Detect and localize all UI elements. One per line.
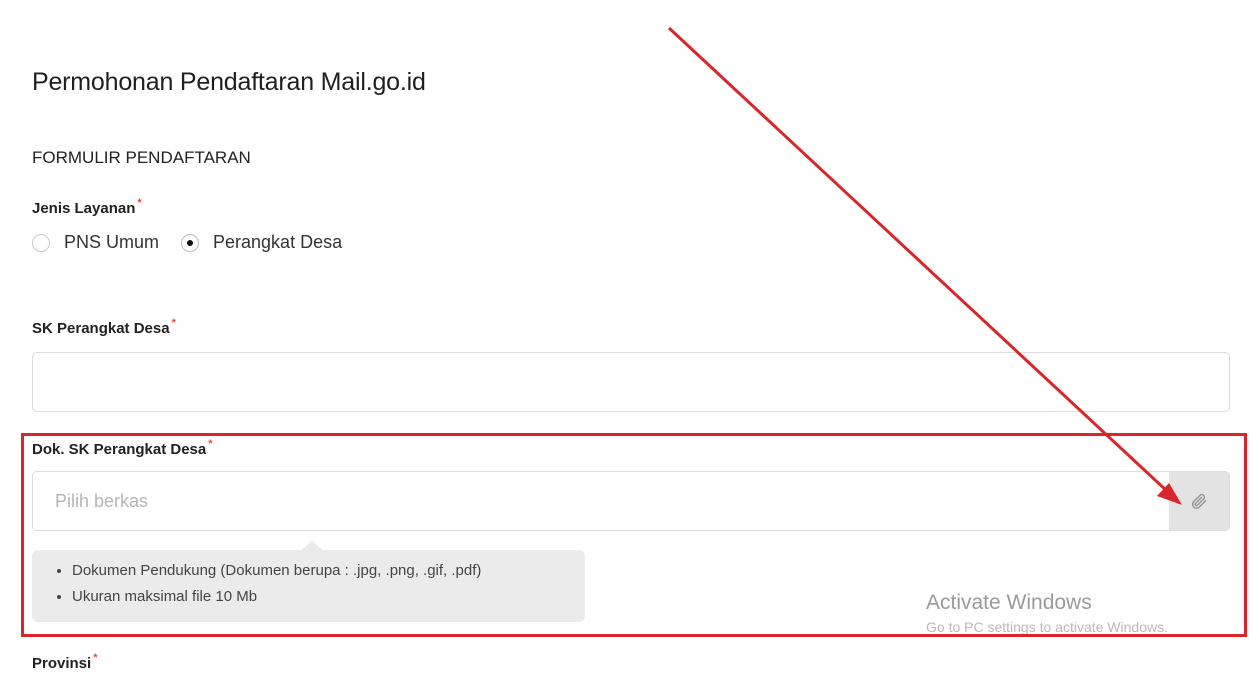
- attach-file-button[interactable]: [1169, 472, 1229, 530]
- radio-option-perangkat-desa[interactable]: Perangkat Desa: [181, 232, 342, 253]
- provinsi-label: Provinsi *: [32, 652, 98, 672]
- sk-perangkat-desa-input[interactable]: [32, 352, 1230, 412]
- file-hint-item: Dokumen Pendukung (Dokumen berupa : .jpg…: [72, 558, 569, 584]
- jenis-layanan-label: Jenis Layanan *: [32, 197, 142, 217]
- required-mark: *: [208, 438, 213, 450]
- dok-sk-label-text: Dok. SK Perangkat Desa: [32, 441, 207, 458]
- radio-pns-umum-label: PNS Umum: [64, 232, 160, 252]
- required-mark: *: [171, 317, 176, 329]
- radio-perangkat-desa[interactable]: [181, 233, 200, 252]
- dok-sk-label: Dok. SK Perangkat Desa *: [32, 438, 213, 458]
- radio-pns-umum[interactable]: [32, 233, 50, 252]
- sk-perangkat-desa-label-text: SK Perangkat Desa: [32, 320, 170, 337]
- section-title: FORMULIR PENDAFTARAN: [32, 148, 251, 167]
- jenis-layanan-label-text: Jenis Layanan: [32, 200, 136, 217]
- file-hint-tooltip: Dokumen Pendukung (Dokumen berupa : .jpg…: [32, 540, 585, 622]
- watermark-title: Activate Windows: [926, 591, 1092, 614]
- radio-option-pns-umum[interactable]: PNS Umum: [32, 232, 159, 253]
- file-hint-item: Ukuran maksimal file 10 Mb: [72, 584, 569, 610]
- jenis-layanan-radio-group: PNS Umum Perangkat Desa: [32, 232, 364, 253]
- radio-perangkat-desa-label: Perangkat Desa: [213, 232, 343, 252]
- page-title: Permohonan Pendaftaran Mail.go.id: [32, 68, 426, 96]
- sk-perangkat-desa-label: SK Perangkat Desa *: [32, 317, 176, 337]
- file-picker-input[interactable]: Pilih berkas: [32, 471, 1230, 531]
- paperclip-icon: [1191, 493, 1207, 509]
- watermark-subtitle: Go to PC settings to activate Windows.: [926, 619, 1168, 635]
- required-mark: *: [137, 197, 142, 209]
- annotation-arrow-line: [667, 26, 1170, 494]
- file-picker-placeholder: Pilih berkas: [55, 490, 149, 511]
- file-hint-list: Dokumen Pendukung (Dokumen berupa : .jpg…: [52, 558, 569, 610]
- required-mark: *: [93, 652, 98, 664]
- provinsi-label-text: Provinsi: [32, 655, 92, 672]
